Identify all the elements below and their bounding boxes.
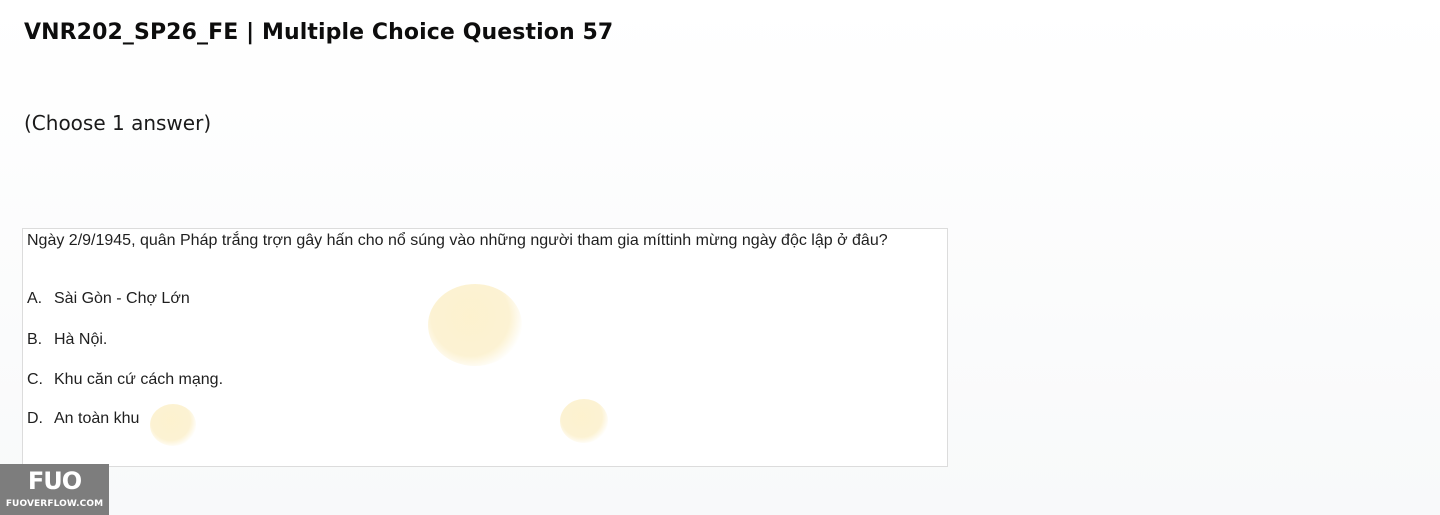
logo-site-name: FUOVERFLOW.COM — [5, 499, 104, 509]
page-title: VNR202_SP26_FE | Multiple Choice Questio… — [24, 20, 614, 45]
option-b[interactable]: B. Hà Nội. — [27, 331, 107, 349]
option-a[interactable]: A. Sài Gòn - Chợ Lớn — [27, 290, 190, 308]
option-text: Khu căn cứ cách mạng. — [54, 371, 224, 388]
option-text: Sài Gòn - Chợ Lớn — [54, 290, 190, 307]
question-image-card: Ngày 2/9/1945, quân Pháp trắng trợn gây … — [22, 228, 948, 467]
fuoverflow-logo: FUO FUOVERFLOW.COM — [0, 464, 109, 515]
logo-mark: FUO — [27, 467, 82, 495]
option-c[interactable]: C. Khu căn cứ cách mạng. — [27, 371, 223, 389]
option-letter: C. — [27, 371, 43, 388]
watermark-smudge — [560, 399, 608, 443]
answer-instruction: (Choose 1 answer) — [24, 111, 212, 135]
option-text: Hà Nội. — [54, 331, 108, 348]
option-letter: B. — [27, 331, 43, 348]
option-letter: A. — [27, 290, 43, 307]
watermark-smudge — [428, 284, 522, 366]
option-d[interactable]: D. An toàn khu — [27, 410, 139, 428]
option-letter: D. — [27, 410, 43, 427]
option-text: An toàn khu — [54, 410, 140, 427]
question-text: Ngày 2/9/1945, quân Pháp trắng trợn gây … — [27, 232, 888, 249]
watermark-smudge — [150, 404, 196, 446]
